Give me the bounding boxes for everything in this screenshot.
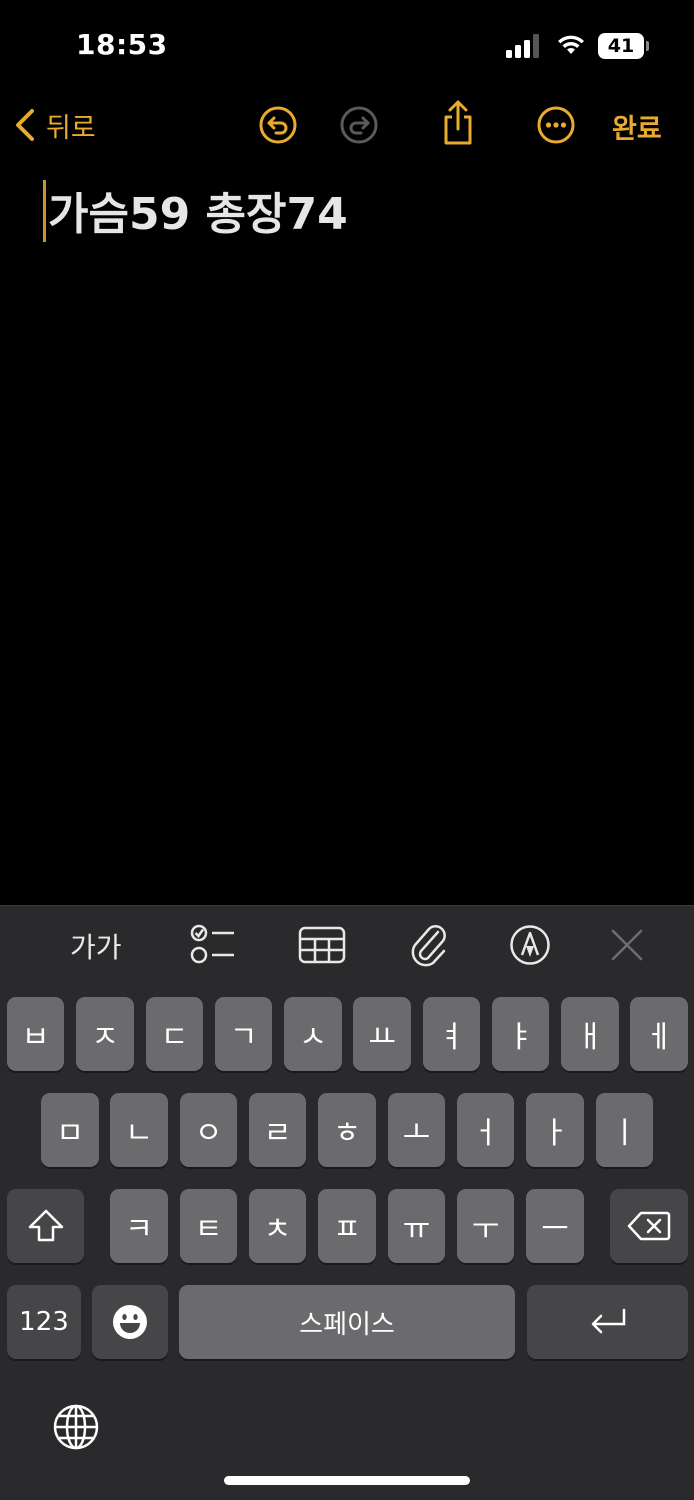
text-format-button[interactable]: 가가 [70, 926, 122, 966]
globe-icon[interactable] [52, 1403, 100, 1451]
space-key[interactable]: 스페이스 [179, 1285, 515, 1359]
return-icon [591, 1308, 625, 1334]
emoji-key[interactable] [92, 1285, 168, 1359]
key[interactable]: ㅔ [630, 997, 688, 1071]
key[interactable]: ㅑ [492, 997, 549, 1071]
wifi-icon [558, 35, 584, 54]
backspace-key[interactable] [610, 1189, 688, 1263]
done-button[interactable]: 완료 [612, 107, 662, 146]
share-icon[interactable] [438, 99, 478, 147]
format-toolbar: 가가 [0, 905, 694, 984]
key[interactable]: ㅈ [76, 997, 134, 1071]
back-button[interactable]: 뒤로 [14, 103, 96, 147]
key[interactable]: ㅐ [561, 997, 619, 1071]
key[interactable]: ㅍ [318, 1189, 376, 1263]
space-label: 스페이스 [299, 1309, 395, 1340]
chevron-left-icon [16, 109, 34, 141]
battery-icon: 41 [598, 33, 644, 59]
return-key[interactable] [527, 1285, 688, 1359]
key[interactable]: ㅏ [526, 1093, 584, 1167]
key[interactable]: ㅎ [318, 1093, 376, 1167]
key[interactable]: ㅕ [423, 997, 480, 1071]
cellular-signal-icon [506, 34, 539, 58]
note-text[interactable]: 가슴59 총장74 [48, 178, 348, 242]
key[interactable]: ㅁ [41, 1093, 99, 1167]
key[interactable]: ㄹ [249, 1093, 306, 1167]
backspace-icon [627, 1211, 671, 1241]
status-time: 18:53 [76, 28, 168, 61]
close-icon[interactable] [610, 928, 644, 962]
numbers-key[interactable]: 123 [7, 1285, 81, 1359]
markup-icon[interactable] [509, 924, 551, 966]
table-icon[interactable] [298, 926, 346, 964]
checklist-icon[interactable] [190, 922, 236, 966]
key[interactable]: ㅇ [180, 1093, 237, 1167]
more-icon[interactable] [536, 105, 576, 145]
text-cursor [43, 180, 46, 242]
key[interactable]: ㅠ [388, 1189, 445, 1263]
notes-nav-bar: 뒤로 완료 [0, 95, 694, 155]
emoji-icon [113, 1305, 147, 1339]
redo-icon[interactable] [339, 105, 379, 145]
key[interactable]: ㅌ [180, 1189, 237, 1263]
key[interactable]: ㄴ [110, 1093, 168, 1167]
undo-icon[interactable] [258, 105, 298, 145]
key[interactable]: ㄷ [146, 997, 203, 1071]
key[interactable]: ㅜ [457, 1189, 514, 1263]
korean-keyboard: ㅂ ㅈ ㄷ ㄱ ㅅ ㅛ ㅕ ㅑ ㅐ ㅔ ㅁ ㄴ ㅇ ㄹ ㅎ ㅗ ㅓ ㅏ ㅣ ㅋ … [0, 983, 694, 1500]
home-indicator [224, 1476, 470, 1485]
status-bar: 18:53 41 [0, 0, 694, 90]
shift-key[interactable] [7, 1189, 84, 1263]
battery-level: 41 [607, 35, 635, 57]
key[interactable]: ㅂ [7, 997, 64, 1071]
key[interactable]: ㅣ [596, 1093, 653, 1167]
key[interactable]: ㅋ [110, 1189, 168, 1263]
shift-icon [28, 1209, 63, 1242]
key[interactable]: ㅡ [526, 1189, 584, 1263]
key[interactable]: ㅛ [353, 997, 411, 1071]
key[interactable]: ㄱ [215, 997, 272, 1071]
battery-cap [646, 41, 649, 51]
key[interactable]: ㅅ [284, 997, 342, 1071]
key[interactable]: ㅓ [457, 1093, 514, 1167]
back-label: 뒤로 [46, 112, 96, 144]
numbers-label: 123 [19, 1307, 69, 1337]
attachment-icon[interactable] [408, 920, 448, 968]
key[interactable]: ㅊ [249, 1189, 306, 1263]
key[interactable]: ㅗ [388, 1093, 445, 1167]
